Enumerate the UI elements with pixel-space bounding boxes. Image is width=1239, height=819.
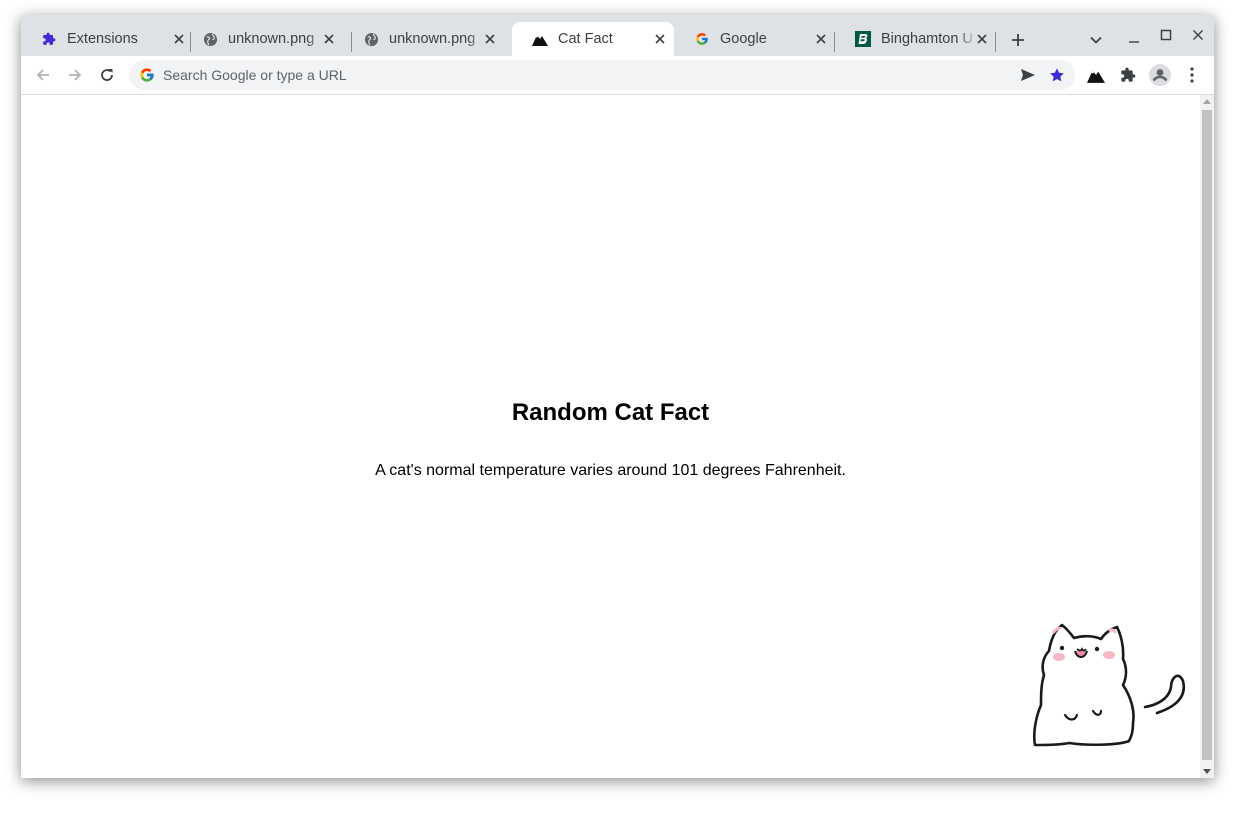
tab-unknown-png-2[interactable]: unknown.png bbox=[343, 22, 504, 56]
close-icon[interactable] bbox=[652, 31, 668, 47]
mountain-icon bbox=[1087, 70, 1105, 83]
page-title: Random Cat Fact bbox=[511, 399, 710, 426]
mountain-icon bbox=[532, 31, 548, 47]
close-icon[interactable] bbox=[482, 31, 498, 47]
bookmark-star-icon[interactable] bbox=[1047, 65, 1067, 85]
reload-button[interactable] bbox=[95, 63, 119, 87]
tab-extensions[interactable]: Extensions bbox=[21, 22, 193, 56]
puzzle-icon bbox=[41, 31, 57, 47]
tab-cat-fact[interactable]: Cat Fact bbox=[512, 22, 674, 56]
send-tab-icon[interactable] bbox=[1019, 66, 1037, 84]
maximize-button[interactable] bbox=[1154, 23, 1178, 47]
vertical-scrollbar[interactable] bbox=[1200, 95, 1214, 778]
tab-title: Cat Fact bbox=[558, 31, 613, 47]
tab-title: Google bbox=[720, 31, 767, 47]
tab-unknown-png-1[interactable]: unknown.png bbox=[182, 22, 343, 56]
scroll-down-arrow-icon[interactable] bbox=[1203, 769, 1211, 774]
minimize-icon bbox=[1129, 41, 1139, 43]
arrow-left-icon bbox=[36, 69, 49, 81]
tab-google[interactable]: Google bbox=[674, 22, 835, 56]
toolbar: Search Google or type a URL bbox=[21, 56, 1214, 95]
scroll-thumb[interactable] bbox=[1202, 110, 1212, 760]
tab-separator bbox=[995, 32, 996, 52]
globe-icon bbox=[363, 31, 379, 47]
tab-title: unknown.png bbox=[228, 31, 315, 47]
window-close-button[interactable] bbox=[1186, 23, 1210, 47]
close-icon bbox=[1193, 30, 1203, 40]
binghamton-icon bbox=[855, 31, 871, 47]
reload-icon bbox=[101, 69, 113, 81]
close-icon[interactable] bbox=[974, 31, 990, 47]
google-icon bbox=[694, 31, 710, 47]
tab-search-button[interactable] bbox=[1084, 28, 1108, 52]
tab-title: Binghamton U bbox=[881, 31, 973, 47]
profile-button[interactable] bbox=[1148, 63, 1172, 87]
scroll-up-arrow-icon[interactable] bbox=[1203, 99, 1211, 104]
close-icon[interactable] bbox=[321, 31, 337, 47]
arrow-right-icon bbox=[69, 69, 82, 81]
close-icon[interactable] bbox=[813, 31, 829, 47]
puzzle-icon bbox=[1121, 67, 1136, 82]
new-tab-button[interactable] bbox=[1006, 28, 1030, 52]
avatar-icon bbox=[1149, 64, 1171, 86]
address-placeholder: Search Google or type a URL bbox=[163, 67, 347, 83]
globe-icon bbox=[202, 31, 218, 47]
back-button[interactable] bbox=[31, 63, 55, 87]
cat-fact-text: A cat's normal temperature varies around… bbox=[375, 462, 846, 479]
cat-fact-extension-button[interactable] bbox=[1084, 63, 1108, 87]
kebab-menu-icon bbox=[1190, 67, 1194, 83]
tab-strip: Extensions unknown.png unknown.png Cat F… bbox=[21, 15, 1214, 56]
menu-button[interactable] bbox=[1180, 63, 1204, 87]
tab-title: unknown.png bbox=[389, 31, 476, 47]
chevron-down-icon bbox=[1090, 36, 1102, 44]
extensions-button[interactable] bbox=[1116, 63, 1140, 87]
plus-icon bbox=[1012, 34, 1024, 46]
address-bar[interactable]: Search Google or type a URL bbox=[129, 60, 1075, 90]
forward-button[interactable] bbox=[63, 63, 87, 87]
google-icon bbox=[139, 67, 155, 83]
browser-window: Extensions unknown.png unknown.png Cat F… bbox=[21, 15, 1214, 778]
tab-title: Extensions bbox=[67, 31, 138, 47]
maximize-icon bbox=[1160, 29, 1172, 41]
cat-illustration bbox=[1032, 623, 1186, 747]
page-viewport: Random Cat Fact A cat's normal temperatu… bbox=[21, 95, 1200, 778]
minimize-button[interactable] bbox=[1122, 28, 1146, 52]
tab-binghamton[interactable]: Binghamton U bbox=[835, 22, 996, 56]
